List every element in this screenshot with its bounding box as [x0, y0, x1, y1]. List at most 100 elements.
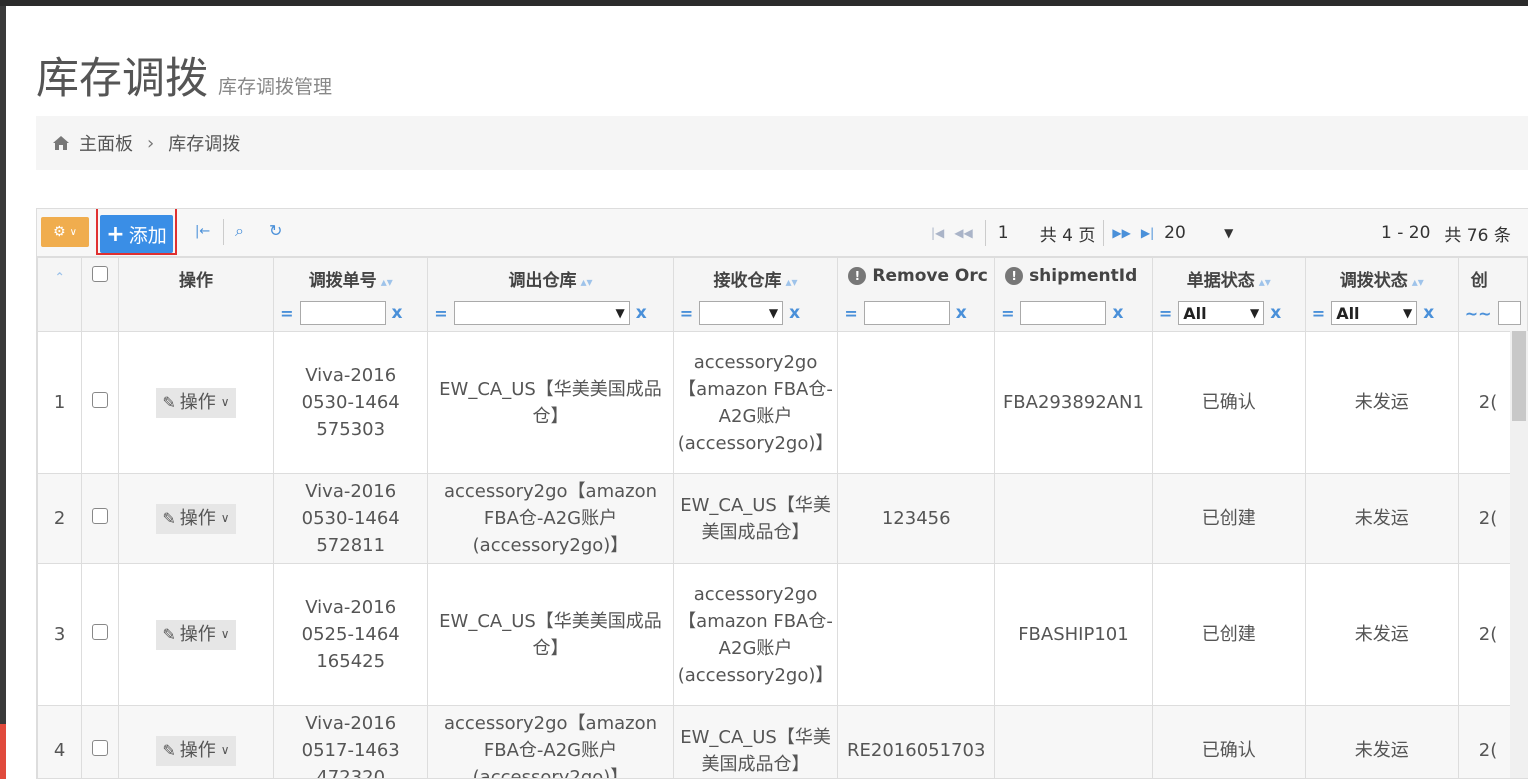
filter-eq: =	[1311, 303, 1326, 323]
sort-icon[interactable]: ▴▾	[381, 275, 393, 289]
chevron-down-icon: ∨	[69, 226, 77, 238]
doc-status-filter: = All ▼ x	[1153, 301, 1304, 325]
filter-clear-button[interactable]: x	[636, 303, 647, 323]
vertical-scrollbar[interactable]	[1510, 331, 1528, 778]
row-ops-button[interactable]: ✎ 操作 ∨	[156, 387, 236, 418]
filter-eq: =	[1001, 303, 1015, 323]
shipment-cell: FBA293892AN1	[994, 331, 1153, 474]
filter-eq: =	[280, 303, 294, 323]
filter-clear-button[interactable]: x	[1112, 303, 1123, 323]
info-icon: !	[1005, 267, 1024, 285]
row-select-cell	[81, 705, 119, 778]
edit-icon: ✎	[162, 393, 176, 412]
out-wh-header[interactable]: 调出仓库 ▴▾ = ▼ x	[427, 257, 674, 332]
doc-status-header[interactable]: 单据状态 ▴▾ = All ▼ x	[1151, 257, 1306, 332]
in-wh-header-label: 接收仓库	[713, 271, 782, 291]
row-checkbox[interactable]	[92, 740, 109, 756]
search-icon[interactable]: ⌕	[235, 221, 244, 241]
transfer-status-filter-select[interactable]: All ▼	[1331, 301, 1418, 325]
settings-button[interactable]: ⚙ ∨	[41, 217, 89, 247]
filter-eq: =	[844, 303, 858, 323]
filter-eq: =	[679, 303, 694, 323]
chevron-down-icon: ∨	[220, 395, 230, 409]
in-wh-filter-select[interactable]: ▼	[699, 301, 784, 325]
table-row[interactable]: 3 ✎ 操作 ∨ Viva-20160525-1464165425 EW_CA_US【华美…	[37, 563, 1528, 706]
table-row[interactable]: 2 ✎ 操作 ∨ Viva-20160530-1464572811 accessory2g…	[37, 473, 1528, 564]
sort-icon[interactable]: ▴▾	[580, 275, 592, 289]
filter-clear-button[interactable]: x	[956, 303, 967, 323]
breadcrumb-home[interactable]: 主面板	[79, 130, 133, 156]
home-icon	[53, 136, 69, 150]
order-no-filter-input[interactable]	[299, 301, 386, 325]
row-checkbox[interactable]	[92, 392, 109, 408]
caret-down-icon: ▼	[1402, 306, 1413, 320]
row-ops-label: 操作	[179, 740, 216, 761]
row-ops-cell: ✎ 操作 ∨	[117, 705, 275, 778]
transfer-status-header[interactable]: 调拨状态 ▴▾ = All ▼ x	[1304, 257, 1459, 332]
last-page-icon[interactable]: ▶|	[1141, 226, 1154, 240]
row-ops-cell: ✎ 操作 ∨	[117, 331, 275, 474]
order-no-header[interactable]: 调拨单号 ▴▾ = x	[273, 257, 429, 332]
first-column-icon[interactable]: |←	[195, 224, 210, 239]
table-row[interactable]: 1 ✎ 操作 ∨ Viva-20160530-1464575303 EW_CA_US【华美…	[37, 331, 1528, 474]
page-number-input[interactable]: 1	[998, 223, 1028, 243]
row-checkbox[interactable]	[92, 624, 109, 640]
out-wh-filter: = ▼ x	[429, 301, 672, 325]
transfer-status-filter-value: All	[1336, 303, 1360, 323]
in-wh-header[interactable]: 接收仓库 ▴▾ = ▼ x	[672, 257, 839, 332]
out-wh-filter-select[interactable]: ▼	[453, 301, 630, 325]
breadcrumb-current: 库存调拨	[168, 134, 241, 155]
filter-clear-button[interactable]: x	[789, 303, 800, 323]
caret-down-icon: ▼	[1224, 226, 1234, 240]
refresh-icon[interactable]: ↻	[269, 221, 282, 240]
row-ops-button[interactable]: ✎ 操作 ∨	[156, 503, 236, 534]
filter-eq: =	[434, 303, 448, 323]
in-wh-cell: accessory2go【amazon FBA仓-A2G账户(accessory…	[672, 563, 839, 706]
add-button[interactable]: + 添加	[100, 215, 173, 253]
order-no-filter: = x	[275, 301, 427, 325]
caret-down-icon: ▼	[768, 306, 779, 320]
doc-status-filter-value: All	[1183, 303, 1207, 323]
filter-clear-button[interactable]: x	[1423, 303, 1434, 323]
created-header[interactable]: 创 ~~	[1457, 257, 1528, 332]
page-size-select[interactable]: 20	[1164, 223, 1224, 243]
filter-clear-button[interactable]: x	[1270, 303, 1281, 323]
sort-icon[interactable]: ▴▾	[1412, 275, 1424, 289]
row-number: 2	[37, 473, 83, 564]
table-row[interactable]: 4 ✎ 操作 ∨ Viva-20160517-1463472320 accessory2g…	[37, 705, 1528, 778]
sort-icon[interactable]: ▴▾	[1259, 275, 1271, 289]
shipment-filter-input[interactable]	[1020, 301, 1107, 325]
next-page-icon[interactable]: ▶▶	[1112, 226, 1130, 240]
pager-divider	[1103, 220, 1105, 246]
remove-order-filter-input[interactable]	[863, 301, 950, 325]
record-range-text: 1 - 20	[1381, 223, 1431, 243]
doc-status-filter-select[interactable]: All ▼	[1178, 301, 1265, 325]
first-page-icon[interactable]: |◀	[931, 226, 944, 240]
created-filter-input[interactable]	[1497, 301, 1521, 325]
row-checkbox[interactable]	[92, 508, 109, 524]
scrollbar-thumb[interactable]	[1512, 331, 1526, 421]
row-ops-button[interactable]: ✎ 操作 ∨	[156, 619, 236, 650]
row-ops-button[interactable]: ✎ 操作 ∨	[156, 735, 236, 766]
sort-icon[interactable]: ▴▾	[786, 275, 798, 289]
expand-column-header[interactable]: ⌃	[37, 257, 83, 332]
filter-clear-button[interactable]: x	[392, 303, 403, 323]
remove-order-header[interactable]: ! Remove Orc = x	[837, 257, 996, 332]
order-no-cell: Viva-20160530-1464572811	[273, 473, 429, 564]
remove-order-cell: RE2016051703	[837, 705, 996, 778]
header-row: ⌃ 操作 调拨单号 ▴▾ = x 调出仓库 ▴▾ = ▼ x 接收仓库 ▴▾ = ▼ x ! Re…	[37, 257, 1528, 332]
row-select-cell	[81, 331, 119, 474]
remove-order-cell: 123456	[837, 473, 996, 564]
select-all-checkbox[interactable]	[92, 266, 109, 282]
page-title: 库存调拨	[36, 54, 208, 104]
edit-icon: ✎	[162, 625, 176, 644]
prev-page-icon[interactable]: ◀◀	[954, 226, 972, 240]
toolbar-divider	[223, 219, 224, 245]
shipment-header[interactable]: ! shipmentId = x	[994, 257, 1153, 332]
shipment-cell: FBASHIP101	[994, 563, 1153, 706]
row-ops-cell: ✎ 操作 ∨	[117, 563, 275, 706]
out-wh-cell: accessory2go【amazon FBA仓-A2G账户(accessory…	[427, 473, 674, 564]
order-no-header-label: 调拨单号	[308, 271, 377, 291]
row-number: 1	[37, 331, 83, 474]
pager-divider	[984, 220, 986, 246]
